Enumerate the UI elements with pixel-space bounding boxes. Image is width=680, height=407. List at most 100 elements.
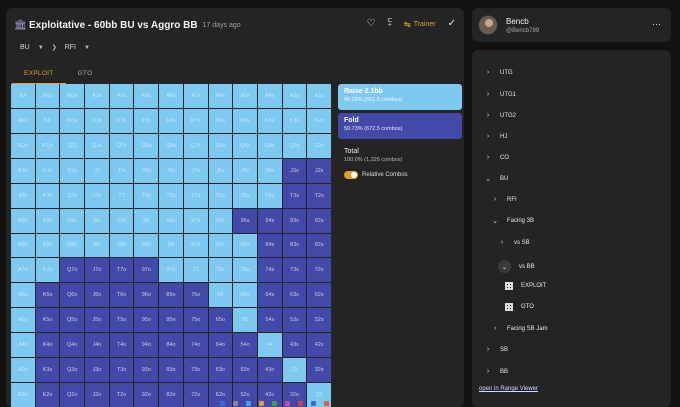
hand-cell[interactable]: K2s bbox=[307, 108, 331, 133]
hand-cell[interactable]: 75o bbox=[183, 308, 208, 333]
hand-cell[interactable]: J4s bbox=[257, 158, 282, 183]
hand-cell[interactable]: K5s bbox=[233, 108, 257, 133]
app-icon[interactable] bbox=[324, 401, 329, 406]
hand-cell[interactable]: AJs bbox=[85, 84, 109, 108]
hand-cell[interactable]: 43o bbox=[257, 358, 282, 383]
hand-cell[interactable]: TT bbox=[109, 183, 134, 208]
hand-cell[interactable]: T7s bbox=[183, 183, 208, 208]
hand-cell[interactable]: T3o bbox=[109, 358, 134, 383]
hand-cell[interactable]: Q2o bbox=[60, 383, 85, 407]
hand-cell[interactable]: T7o bbox=[109, 258, 134, 283]
hand-cell[interactable]: QJs bbox=[85, 133, 109, 158]
hand-cell[interactable]: ATs bbox=[109, 84, 134, 108]
hand-cell[interactable]: AKo bbox=[11, 108, 35, 133]
hand-cell[interactable]: J7s bbox=[183, 158, 208, 183]
hand-cell[interactable]: K4s bbox=[257, 108, 282, 133]
chevron-right-icon[interactable]: › bbox=[484, 112, 492, 119]
app-icon[interactable] bbox=[272, 401, 277, 406]
hand-cell[interactable]: 76o bbox=[183, 283, 208, 308]
hand-cell[interactable]: J5s bbox=[233, 158, 257, 183]
hand-cell[interactable]: J2o bbox=[85, 383, 109, 407]
hand-cell[interactable]: A8o bbox=[11, 233, 35, 258]
chevron-right-icon[interactable]: › bbox=[484, 368, 492, 375]
hand-cell[interactable]: K6s bbox=[208, 108, 233, 133]
hand-cell[interactable]: A6o bbox=[11, 283, 35, 308]
hand-cell[interactable]: A4s bbox=[257, 84, 282, 108]
caret-down-icon[interactable]: ▼ bbox=[38, 45, 44, 51]
check-icon[interactable]: ✓ bbox=[448, 19, 456, 29]
hand-cell[interactable]: K7o bbox=[35, 258, 60, 283]
breadcrumb-action[interactable]: RFI bbox=[65, 44, 76, 51]
hand-cell[interactable]: 87o bbox=[159, 258, 183, 283]
hand-cell[interactable]: 53o bbox=[233, 358, 257, 383]
hand-cell[interactable]: 99 bbox=[134, 208, 159, 233]
hand-cell[interactable]: K2o bbox=[35, 383, 60, 407]
hand-cell[interactable]: 87s bbox=[183, 233, 208, 258]
hand-cell[interactable]: KTs bbox=[109, 108, 134, 133]
hand-cell[interactable]: 84o bbox=[159, 333, 183, 358]
legend-fold[interactable]: Fold 50.73% (672.5 combos) bbox=[338, 113, 462, 139]
tree-item-facing-sb-jam[interactable]: › Facing SB Jam bbox=[491, 325, 548, 332]
hand-cell[interactable]: Q7o bbox=[60, 258, 85, 283]
hand-cell[interactable]: Q5s bbox=[233, 133, 257, 158]
hand-cell[interactable]: 66 bbox=[208, 283, 233, 308]
hand-cell[interactable]: Q6s bbox=[208, 133, 233, 158]
hand-cell[interactable]: A3s bbox=[282, 84, 307, 108]
hand-cell[interactable]: QTs bbox=[109, 133, 134, 158]
hand-cell[interactable]: J5o bbox=[85, 308, 109, 333]
tree-item-vs-sb[interactable]: › vs SB bbox=[498, 239, 530, 246]
hand-cell[interactable]: 92s bbox=[307, 208, 331, 233]
hand-cell[interactable]: A6s bbox=[208, 84, 233, 108]
tree-item-vs-bb[interactable]: ⌄ vs BB bbox=[498, 260, 535, 273]
app-icon[interactable] bbox=[285, 401, 290, 406]
hand-cell[interactable]: K8s bbox=[159, 108, 183, 133]
hand-cell[interactable]: 42s bbox=[307, 333, 331, 358]
hand-cell[interactable]: KK bbox=[35, 108, 60, 133]
tree-item-rfi[interactable]: › RFI bbox=[491, 196, 517, 203]
hand-cell[interactable]: 98s bbox=[159, 208, 183, 233]
grid-icon[interactable] bbox=[505, 282, 513, 290]
hand-cell[interactable]: K6o bbox=[35, 283, 60, 308]
hand-cell[interactable]: A4o bbox=[11, 333, 35, 358]
tab-exploit[interactable]: EXPLOIT bbox=[12, 66, 66, 84]
tree-item-gto[interactable]: GTO bbox=[505, 303, 534, 311]
hand-cell[interactable]: J6o bbox=[85, 283, 109, 308]
hand-cell[interactable]: JJ bbox=[85, 158, 109, 183]
tree-item-utg[interactable]: › UTG bbox=[484, 69, 513, 76]
hand-cell[interactable]: 93s bbox=[282, 208, 307, 233]
hand-cell[interactable]: Q9o bbox=[60, 208, 85, 233]
tree-item-bu[interactable]: ⌄ BU bbox=[484, 175, 508, 183]
hand-cell[interactable]: J2s bbox=[307, 158, 331, 183]
hand-cell[interactable]: Q6o bbox=[60, 283, 85, 308]
hand-cell[interactable]: AQo bbox=[11, 133, 35, 158]
hand-cell[interactable]: KQs bbox=[60, 108, 85, 133]
hand-cell[interactable]: T8s bbox=[159, 183, 183, 208]
hand-cell[interactable]: 82o bbox=[159, 383, 183, 407]
hand-cell[interactable]: 85s bbox=[233, 233, 257, 258]
caret-down-icon[interactable]: ▼ bbox=[84, 45, 90, 51]
hand-cell[interactable]: K9s bbox=[134, 108, 159, 133]
hand-cell[interactable]: 97s bbox=[183, 208, 208, 233]
hand-cell[interactable]: J8s bbox=[159, 158, 183, 183]
chevron-right-icon[interactable]: › bbox=[484, 133, 492, 140]
hand-cell[interactable]: 33 bbox=[282, 358, 307, 383]
hand-cell[interactable]: KTo bbox=[35, 183, 60, 208]
tab-gto[interactable]: GTO bbox=[66, 66, 105, 84]
legend-raise[interactable]: Raise 2.1bb 49.26% (651.5 combos) bbox=[338, 84, 462, 110]
hand-cell[interactable]: 84s bbox=[257, 233, 282, 258]
hand-cell[interactable]: 52s bbox=[307, 308, 331, 333]
chevron-down-icon[interactable]: ⌄ bbox=[484, 175, 492, 183]
hand-cell[interactable]: 44 bbox=[257, 333, 282, 358]
tree-item-facing-3b[interactable]: ⌄ Facing 3B bbox=[491, 217, 534, 225]
hand-cell[interactable]: 43s bbox=[282, 333, 307, 358]
chevron-right-icon[interactable]: › bbox=[484, 346, 492, 353]
app-icon[interactable] bbox=[298, 401, 303, 406]
hand-cell[interactable]: 86o bbox=[159, 283, 183, 308]
hand-cell[interactable]: 72o bbox=[183, 383, 208, 407]
hand-cell[interactable]: 53s bbox=[282, 308, 307, 333]
hand-cell[interactable]: ATo bbox=[11, 183, 35, 208]
hand-cell[interactable]: T8o bbox=[109, 233, 134, 258]
tree-item-co[interactable]: › CO bbox=[484, 154, 509, 161]
hand-cell[interactable]: 88 bbox=[159, 233, 183, 258]
hand-cell[interactable]: A2o bbox=[11, 383, 35, 407]
